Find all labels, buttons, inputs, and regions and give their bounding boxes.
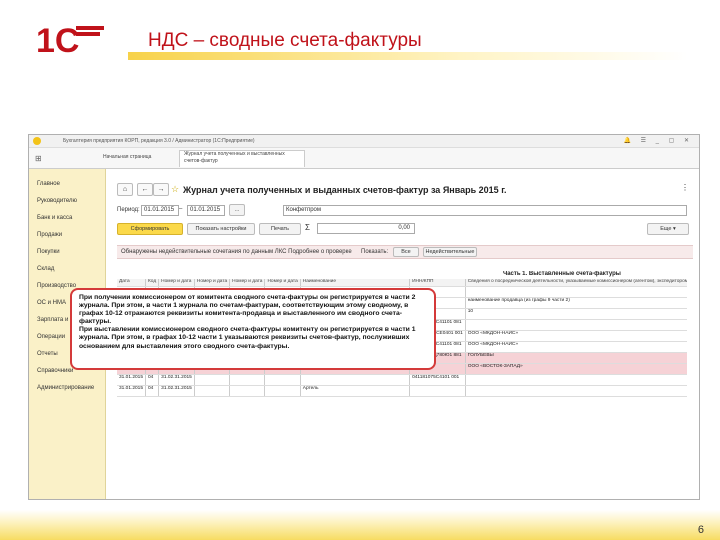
table-cell: наименование продавца (из графы 9 части …: [465, 297, 687, 309]
period-select-button[interactable]: ...: [229, 204, 245, 216]
table-row: 31.01.2015 04 31.02.31.2015 Артель: [117, 385, 687, 397]
page-number: 6: [697, 524, 704, 536]
slide-footer: [0, 510, 720, 540]
sidebar-item-reports[interactable]: Отчеты: [37, 351, 58, 357]
tab-journal[interactable]: Журнал учета полученных и выставленных с…: [179, 150, 305, 167]
table-cell: Номер и дата: [229, 279, 266, 287]
table-cell: ИНН/КПП: [409, 279, 466, 287]
table-cell: [194, 385, 231, 397]
table-row: 31.01.2015 04 31.02.31.2015 041181075С4101 …: [117, 374, 687, 386]
table-cell: Номер и дата: [264, 279, 301, 287]
sidebar-item-production[interactable]: Производство: [37, 283, 76, 289]
table-cell: [300, 374, 411, 386]
table-cell: 04: [145, 374, 160, 386]
table-cell: [229, 385, 266, 397]
table-cell: ГОЛУБЕВЫ: [465, 352, 687, 364]
svg-text:1С: 1С: [36, 22, 79, 60]
part-label: Часть 1. Выставленные счета-фактуры: [503, 271, 621, 277]
table-cell: 10: [465, 308, 687, 320]
table-cell: Дата: [117, 279, 147, 287]
apps-grid-icon[interactable]: ⊞: [35, 154, 42, 163]
table-cell: [264, 374, 301, 386]
window-titlebar: Бухгалтерия предприятия КОРП, редакция 3…: [29, 135, 699, 148]
tab-home[interactable]: Начальная страница: [99, 154, 155, 170]
sidebar-item-operations[interactable]: Операции: [37, 334, 65, 340]
table-cell: [264, 385, 301, 397]
home-icon[interactable]: ⌂: [117, 183, 133, 196]
table-cell: 31.02.31.2015: [158, 385, 195, 397]
table-cell: Наименование: [300, 279, 411, 287]
more-menu-button[interactable]: Еще ▾: [647, 223, 689, 235]
generate-button[interactable]: Сформировать: [117, 223, 183, 235]
app-icon: [33, 137, 41, 145]
warning-bar: Обнаружены недействительные сочетания по…: [117, 245, 693, 259]
date-from-input[interactable]: 01.01.2015: [141, 205, 179, 216]
sum-icon: Σ: [305, 223, 310, 232]
show-settings-button[interactable]: Показать настройки: [187, 223, 255, 235]
slide-title: НДС – сводные счета-фактуры: [148, 30, 422, 51]
back-arrow-icon[interactable]: ←: [137, 183, 153, 196]
table-cell: [465, 319, 687, 331]
window-controls-icon[interactable]: 🔔 ☰ _ ▢ ✕: [623, 137, 693, 144]
1c-logo: 1С: [36, 22, 104, 60]
tabs-bar: ⊞ Начальная страница Журнал учета получе…: [29, 148, 699, 169]
table-cell: 31.01.2015: [117, 385, 147, 397]
sidebar-item-sales[interactable]: Продажи: [37, 232, 62, 238]
table-cell: 041181075С4101 001: [409, 374, 466, 386]
callout-paragraph: При получении комиссионером от комитента…: [79, 294, 416, 326]
table-cell: Артель: [300, 385, 411, 397]
date-separator: –: [179, 206, 183, 212]
sidebar-item-admin[interactable]: Администрирование: [37, 385, 94, 391]
favorite-star-icon[interactable]: ☆: [171, 184, 179, 195]
sum-field: 0,00: [317, 223, 415, 234]
table-row: Дата Код Номер и дата Номер и дата Номер и д…: [117, 279, 687, 287]
sidebar-item-catalogs[interactable]: Справочники: [37, 368, 73, 374]
table-cell: Номер и дата: [194, 279, 231, 287]
table-cell: 04: [145, 385, 160, 397]
sidebar-item-bank[interactable]: Банк и касса: [37, 215, 72, 221]
table-cell: ООО «ВОСТОК-ЗАПАД»: [465, 363, 687, 375]
table-cell: [465, 286, 687, 298]
sidebar-item-warehouse[interactable]: Склад: [37, 266, 54, 272]
table-cell: [409, 385, 466, 397]
sidebar-item-manager[interactable]: Руководителю: [37, 198, 77, 204]
table-cell: Номер и дата: [158, 279, 195, 287]
period-label: Период:: [117, 207, 140, 213]
print-button[interactable]: Печать: [259, 223, 301, 235]
table-cell: [465, 385, 687, 397]
explanation-callout: При получении комиссионером от комитента…: [70, 288, 436, 370]
filter-all-button[interactable]: Все: [393, 247, 419, 257]
show-filter-label: Показать:: [361, 249, 389, 255]
header-stripe: [128, 52, 688, 60]
table-cell: [229, 374, 266, 386]
table-cell: Код: [145, 279, 160, 287]
table-cell: ООО «МКДОН-НАЙС»: [465, 330, 687, 342]
warning-text: Обнаружены недействительные сочетания по…: [121, 249, 352, 255]
slide-header: 1С НДС – сводные счета-фактуры: [0, 0, 720, 60]
table-cell: 31.01.2015: [117, 374, 147, 386]
window-title: Бухгалтерия предприятия КОРП, редакция 3…: [63, 138, 255, 144]
document-title: Журнал учета полученных и выданных счето…: [183, 185, 507, 195]
filter-incorrect-button[interactable]: Недействительные: [423, 247, 477, 257]
table-cell: Сведения о посреднической деятельности, …: [465, 279, 687, 287]
table-cell: ООО «МКДОН-НАЙС»: [465, 341, 687, 353]
date-to-input[interactable]: 01.01.2015: [187, 205, 225, 216]
sidebar-item-assets[interactable]: ОС и НМА: [37, 300, 66, 306]
forward-arrow-icon[interactable]: →: [153, 183, 169, 196]
sidebar-item-main[interactable]: Главное: [37, 181, 60, 187]
table-cell: 31.02.31.2015: [158, 374, 195, 386]
sidebar-item-purchases[interactable]: Покупки: [37, 249, 60, 255]
table-cell: [194, 374, 231, 386]
table-cell: [465, 374, 687, 386]
organization-input[interactable]: Конфетпром: [283, 205, 687, 216]
callout-paragraph: При выставлении комиссионером сводного с…: [79, 326, 416, 350]
more-vert-icon[interactable]: ⋮: [681, 183, 689, 192]
